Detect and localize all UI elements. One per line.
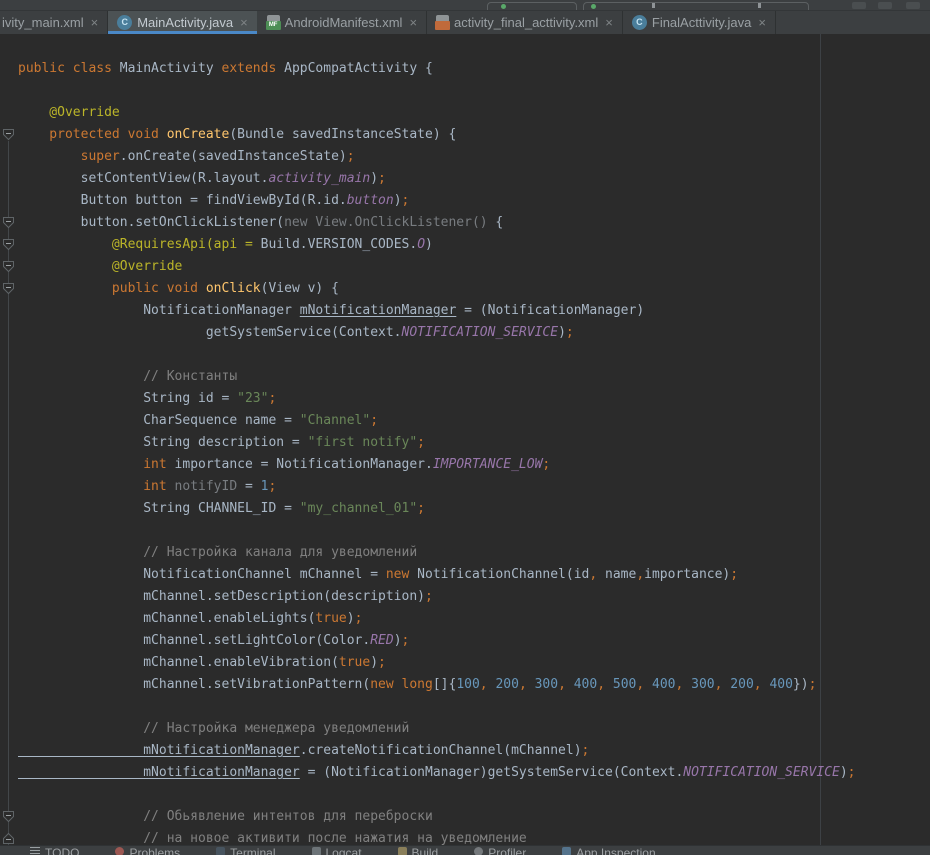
code-line [18,520,855,542]
toolwindow-button-build[interactable]: Build [398,846,439,855]
close-icon[interactable]: × [605,15,613,30]
toolbar-button-icon[interactable] [878,2,892,9]
class-file-icon: C [117,15,132,30]
tab-AndroidManifest.xml[interactable]: MF AndroidManifest.xml × [258,11,427,34]
code-line [18,696,855,718]
toolwindow-label: Profiler [488,846,526,855]
tab-label: FinalActtivity.java [652,15,751,30]
code-line: String id = "23"; [18,388,855,410]
terminal-icon [216,847,225,855]
code-line: // на новое активити после нажатия на ув… [18,828,855,845]
tab-label: AndroidManifest.xml [285,15,403,30]
close-icon[interactable]: × [240,15,248,30]
code-line [18,80,855,102]
fold-marker-icon[interactable] [2,128,15,141]
code-line: setContentView(R.layout.activity_main); [18,168,855,190]
close-icon[interactable]: × [409,15,417,30]
code-line: Button button = findViewById(R.id.button… [18,190,855,212]
toolbar-button-icon[interactable] [906,2,920,9]
code-line: @Override [18,256,855,278]
ide-window: ivity_main.xml × C MainActivity.java × MF Andr… [0,0,930,855]
code-line: protected void onCreate(Bundle savedInst… [18,124,855,146]
fold-marker-icon[interactable] [2,282,15,295]
toolwindow-label: App Inspection [576,846,655,855]
tab-FinalActtivity.java[interactable]: C FinalActtivity.java × [623,11,776,34]
main-toolbar-strip [0,0,930,11]
tab-ivity_main.xml[interactable]: ivity_main.xml × [0,11,108,34]
toolwindow-button-terminal[interactable]: Terminal [216,846,275,855]
code-editor[interactable]: public class MainActivity extends AppCom… [0,34,930,845]
code-line: @RequiresApi(api = Build.VERSION_CODES.O… [18,234,855,256]
tab-label: MainActivity.java [137,15,233,30]
code-line: // Настройка менеджера уведомлений [18,718,855,740]
code-line: // Константы [18,366,855,388]
tab-label: ivity_main.xml [2,15,84,30]
code-line: super.onCreate(savedInstanceState); [18,146,855,168]
tab-activity_final_acttivity.xml[interactable]: activity_final_acttivity.xml × [427,11,623,34]
code-line: mChannel.setVibrationPattern(new long[]{… [18,674,855,696]
profiler-icon [474,847,483,855]
close-icon[interactable]: × [758,15,766,30]
toolbar-button-icon[interactable] [852,2,866,9]
tool-window-bar: TODO Problems Terminal Logcat Build Profiler A… [0,845,930,855]
code-line: mChannel.setLightColor(Color.RED); [18,630,855,652]
toolwindow-label: Build [412,846,439,855]
code-area[interactable]: public class MainActivity extends AppCom… [0,34,855,845]
green-dot-icon [501,4,506,9]
code-line: public void onClick(View v) { [18,278,855,300]
device-selector[interactable] [583,2,809,11]
toolbar-glyph [758,3,761,8]
build-icon [398,847,407,855]
toolwindow-label: Terminal [230,846,275,855]
manifest-file-icon: MF [267,15,280,30]
code-line: mChannel.enableLights(true); [18,608,855,630]
code-line: NotificationChannel mChannel = new Notif… [18,564,855,586]
code-line: button.setOnClickListener(new View.OnCli… [18,212,855,234]
fold-marker-icon[interactable] [2,238,15,251]
code-line: int notifyID = 1; [18,476,855,498]
fold-marker-icon[interactable] [2,216,15,229]
code-line [18,784,855,806]
toolbar-glyph [652,3,655,8]
fold-marker-icon[interactable] [2,810,15,823]
toolwindow-label: Problems [129,846,180,855]
fold-marker-icon[interactable] [2,832,15,845]
code-line: CharSequence name = "Channel"; [18,410,855,432]
toolwindow-label: TODO [45,846,79,855]
code-line: mChannel.enableVibration(true); [18,652,855,674]
layout-file-icon [436,15,449,30]
logcat-icon [312,847,321,855]
code-line: public class MainActivity extends AppCom… [18,58,855,80]
toolwindow-button-logcat[interactable]: Logcat [312,846,362,855]
code-line: mNotificationManager.createNotificationC… [18,740,855,762]
code-line: @Override [18,102,855,124]
green-dot-icon [591,4,596,9]
code-line: String description = "first notify"; [18,432,855,454]
problems-icon [115,847,124,855]
toolwindow-button-problems[interactable]: Problems [115,846,180,855]
code-line: int importance = NotificationManager.IMP… [18,454,855,476]
code-line: getSystemService(Context.NOTIFICATION_SE… [18,322,855,344]
close-icon[interactable]: × [91,15,99,30]
fold-marker-icon[interactable] [2,260,15,273]
code-line: String CHANNEL_ID = "my_channel_01"; [18,498,855,520]
class-file-icon: C [632,15,647,30]
editor-tab-bar: ivity_main.xml × C MainActivity.java × MF Andr… [0,11,930,34]
app-inspection-icon [562,847,571,855]
code-line: mNotificationManager = (NotificationMana… [18,762,855,784]
tab-label: activity_final_acttivity.xml [454,15,598,30]
code-line: mChannel.setDescription(description); [18,586,855,608]
toolwindow-button-todo[interactable]: TODO [30,846,79,855]
toolwindow-label: Logcat [326,846,362,855]
todo-icon [30,847,40,855]
tab-MainActivity.java[interactable]: C MainActivity.java × [108,11,257,34]
code-line: // Настройка канала для уведомлений [18,542,855,564]
code-line: NotificationManager mNotificationManager… [18,300,855,322]
code-line: // Обьявление интентов для переброски [18,806,855,828]
toolwindow-button-app-inspection[interactable]: App Inspection [562,846,655,855]
toolwindow-button-profiler[interactable]: Profiler [474,846,526,855]
code-line [18,344,855,366]
